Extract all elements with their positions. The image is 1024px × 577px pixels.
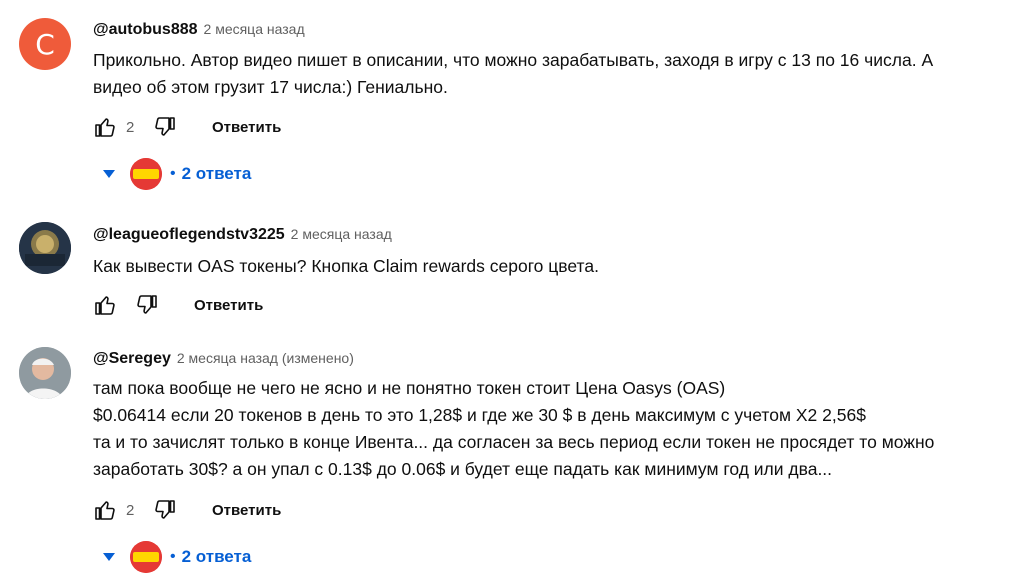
replier-avatar: [130, 541, 162, 573]
avatar-letter: С: [35, 27, 55, 61]
like-count: 2: [126, 118, 135, 136]
avatar[interactable]: С: [19, 18, 71, 70]
comment-header: @leagueoflegendstv3225 2 месяца назад: [93, 226, 392, 244]
comment-actions: Ответить: [90, 290, 263, 320]
comment-time[interactable]: 2 месяца назад: [204, 21, 305, 37]
comment-line: Прикольно. Автор видео пишет в описании,…: [93, 50, 934, 70]
caret-down-icon: [98, 546, 120, 568]
separator-dot: •: [170, 548, 176, 565]
reply-button[interactable]: Ответить: [212, 119, 281, 136]
avatar[interactable]: [19, 347, 71, 399]
view-replies-button[interactable]: • 2 ответа: [98, 154, 251, 194]
thumb-down-icon[interactable]: [150, 495, 180, 525]
caret-down-icon: [98, 163, 120, 185]
reply-button[interactable]: Ответить: [194, 297, 263, 314]
thumb-up-icon[interactable]: [90, 112, 120, 142]
comment-line: $0.06414 если 20 токенов в день то это 1…: [93, 405, 866, 425]
comment-line: видео об этом грузит 17 числа:) Гениальн…: [93, 77, 448, 97]
comment-author[interactable]: @autobus888: [93, 21, 198, 38]
comment-header: @Seregey 2 месяца назад (изменено): [93, 350, 354, 368]
comment-text: там пока вообще не чего не ясно и не пон…: [93, 375, 1008, 483]
thumb-down-icon[interactable]: [132, 290, 162, 320]
comment-line: заработать 30$? а он упал с 0.13$ до 0.0…: [93, 459, 833, 479]
comment-actions: 2 Ответить: [90, 112, 281, 142]
comment-text: Прикольно. Автор видео пишет в описании,…: [93, 47, 1008, 101]
comment-time[interactable]: 2 месяца назад (изменено): [177, 350, 354, 366]
comment-actions: 2 Ответить: [90, 495, 281, 525]
comment-header: @autobus888 2 месяца назад: [93, 21, 305, 39]
replies-count-link[interactable]: 2 ответа: [182, 164, 252, 184]
view-replies-button[interactable]: • 2 ответа: [98, 537, 251, 577]
replies-count-link[interactable]: 2 ответа: [182, 547, 252, 567]
replier-avatar: [130, 158, 162, 190]
thumb-up-icon[interactable]: [90, 290, 120, 320]
thumb-down-icon[interactable]: [150, 112, 180, 142]
thumb-up-icon[interactable]: [90, 495, 120, 525]
comment-author[interactable]: @Seregey: [93, 350, 171, 367]
separator-dot: •: [170, 165, 176, 182]
comment-line: Как вывести OAS токены? Кнопка Claim rew…: [93, 256, 599, 276]
comment-text: Как вывести OAS токены? Кнопка Claim rew…: [93, 253, 1008, 280]
comment-time[interactable]: 2 месяца назад: [291, 226, 392, 242]
like-count: 2: [126, 501, 135, 519]
reply-button[interactable]: Ответить: [212, 502, 281, 519]
comment-line: там пока вообще не чего не ясно и не пон…: [93, 378, 726, 398]
comment-line: та и то зачислят только в конце Ивента..…: [93, 432, 935, 452]
avatar[interactable]: [19, 222, 71, 274]
comment-author[interactable]: @leagueoflegendstv3225: [93, 226, 285, 243]
